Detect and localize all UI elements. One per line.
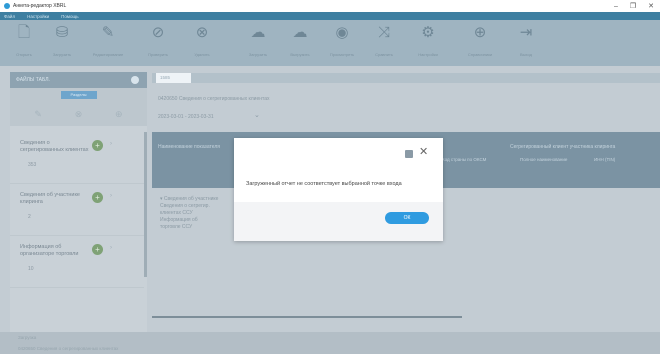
document-tabstrip: 1585 <box>152 73 660 83</box>
maximize-button[interactable]: ❐ <box>630 2 636 10</box>
section-title: Информация об организаторе торговли <box>20 244 79 257</box>
dialog-message: Загруженный отчет не соответствует выбра… <box>246 181 402 187</box>
check-icon: ⊘ <box>151 24 165 41</box>
ribbon-open-button[interactable]: 🗋 Открыть <box>4 24 44 57</box>
ok-button[interactable]: ОК <box>385 212 429 224</box>
horizontal-scrollbar[interactable] <box>152 316 462 318</box>
open-file-icon: 🗋 <box>17 24 31 41</box>
toolbar-ribbon: 🗋 Открыть ⛁ Загрузить ✎ Редактирование ⊘ Про… <box>0 20 660 66</box>
tree-node[interactable]: ▾ Сведения об участнике <box>160 196 218 203</box>
add-row-icon[interactable]: + <box>92 192 103 203</box>
tab-sections[interactable]: Разделы <box>60 91 97 99</box>
section-count: 2 <box>28 214 31 220</box>
tree-node[interactable]: торговле ССУ <box>160 224 218 231</box>
tree-node[interactable]: Сведения о сегрегир. <box>160 203 218 210</box>
status-label: Загрузка <box>18 335 37 340</box>
list-item[interactable]: Сведения о сегрегированных клиентах 353 … <box>10 132 144 184</box>
ribbon-view-button[interactable]: ◉ Просмотреть <box>322 24 362 57</box>
menu-settings[interactable]: Настройки <box>27 14 49 19</box>
ribbon-compare-button[interactable]: ⤨ Сравнить <box>364 24 404 57</box>
section-title: Сведения об участнике клиринга <box>20 192 80 205</box>
ribbon-delete-button[interactable]: ⊗ Удалить <box>182 24 222 57</box>
tab-left-3[interactable] <box>103 91 139 99</box>
menu-bar: Файл Настройки Помощь <box>0 12 660 20</box>
left-panel-tabs: Разделы <box>10 88 147 102</box>
form-subtitle: 0420650 Сведения о сегрегированных клиен… <box>158 96 270 102</box>
left-panel-scrollbar[interactable] <box>144 132 147 277</box>
list-item[interactable]: Информация об организаторе торговли 10 +… <box>10 236 144 288</box>
remove-icon[interactable]: ⊗ <box>75 109 83 120</box>
column-header-country: Код страны по ОКСМ <box>442 157 487 162</box>
status-text: 0420650 Сведения о сегрегированных клиен… <box>18 346 119 351</box>
section-count: 353 <box>28 162 37 168</box>
indicator-tree: ▾ Сведения об участнике Сведения о сегре… <box>160 196 218 231</box>
chevron-down-icon[interactable]: ⌄ <box>254 111 260 119</box>
ribbon-directories-button[interactable]: ⊕ Справочники <box>460 24 500 57</box>
window-controls: – ❐ ✕ <box>614 0 654 12</box>
menu-file[interactable]: Файл <box>4 14 15 19</box>
status-bar: Загрузка 0420650 Сведения о сегрегирован… <box>0 332 660 354</box>
section-count: 10 <box>28 266 34 272</box>
column-header-fullname: Полное наименование <box>520 157 568 162</box>
tab-document[interactable]: 1585 <box>156 73 191 83</box>
add-row-icon[interactable]: + <box>92 244 103 255</box>
ribbon-upload-button[interactable]: ☁ Загрузить <box>238 24 278 57</box>
close-icon[interactable]: ✕ <box>419 146 428 158</box>
alert-dialog: ✕ Загруженный отчет не соответствует выб… <box>234 138 443 241</box>
help-icon[interactable] <box>405 150 413 158</box>
compare-icon: ⤨ <box>377 24 390 41</box>
pencil-icon: ✎ <box>101 24 115 41</box>
eye-icon: ◉ <box>335 24 349 41</box>
cloud-upload-icon: ☁ <box>250 24 266 41</box>
tree-node[interactable]: клиентах ССУ <box>160 210 218 217</box>
settings-icon: ⚙ <box>421 24 435 41</box>
tab-left-1[interactable] <box>19 91 55 99</box>
minimize-button[interactable]: – <box>614 3 618 10</box>
window-title-bar: Анкета-редактор XBRL – ❐ ✕ <box>0 0 660 12</box>
ribbon-download-button[interactable]: ☁ Выгрузить <box>280 24 320 57</box>
column-header-group: Сегрегированный клиент участника клиринг… <box>510 144 616 150</box>
exit-icon: ⇥ <box>519 24 533 41</box>
chevron-right-icon[interactable]: › <box>110 141 112 147</box>
left-panel: ФАЙЛЫ ТАБЛ. Разделы ✎ ⊗ ⊕ Сведения о сег… <box>10 72 147 342</box>
cloud-download-icon: ☁ <box>292 24 308 41</box>
close-window-button[interactable]: ✕ <box>648 2 654 10</box>
delete-icon: ⊗ <box>195 24 209 41</box>
section-list: Сведения о сегрегированных клиентах 353 … <box>10 132 144 288</box>
ribbon-load-button[interactable]: ⛁ Загрузить <box>42 24 82 57</box>
globe-icon: ⊕ <box>473 24 487 41</box>
add-icon[interactable]: ⊕ <box>115 109 123 120</box>
left-panel-header: ФАЙЛЫ ТАБЛ. <box>10 72 147 88</box>
tree-node[interactable]: Информация об <box>160 217 218 224</box>
edit-icon[interactable]: ✎ <box>34 109 42 120</box>
period-select[interactable]: 2023-03-01 - 2023-03-31 <box>158 114 214 120</box>
ribbon-edit-button[interactable]: ✎ Редактирование <box>88 24 128 57</box>
add-row-icon[interactable]: + <box>92 140 103 151</box>
ribbon-exit-button[interactable]: ⇥ Выход <box>506 24 546 57</box>
column-header-name: Наименование показателя <box>158 144 220 150</box>
column-header-inn: ИНН (TIN) <box>594 157 616 162</box>
list-item[interactable]: Сведения об участнике клиринга 2 + › <box>10 184 144 236</box>
chevron-right-icon[interactable]: › <box>110 193 112 199</box>
section-title: Сведения о сегрегированных клиентах <box>20 140 89 153</box>
chevron-right-icon[interactable]: › <box>110 245 112 251</box>
left-panel-tools: ✎ ⊗ ⊕ <box>10 102 147 126</box>
gear-icon[interactable] <box>131 76 139 84</box>
left-panel-title: ФАЙЛЫ ТАБЛ. <box>16 77 50 83</box>
ribbon-settings-button[interactable]: ⚙ Настройки <box>408 24 448 57</box>
menu-help[interactable]: Помощь <box>61 14 78 19</box>
database-icon: ⛁ <box>55 24 69 41</box>
app-logo-icon <box>4 3 10 9</box>
ribbon-check-button[interactable]: ⊘ Проверить <box>138 24 178 57</box>
window-title: Анкета-редактор XBRL <box>13 3 67 9</box>
